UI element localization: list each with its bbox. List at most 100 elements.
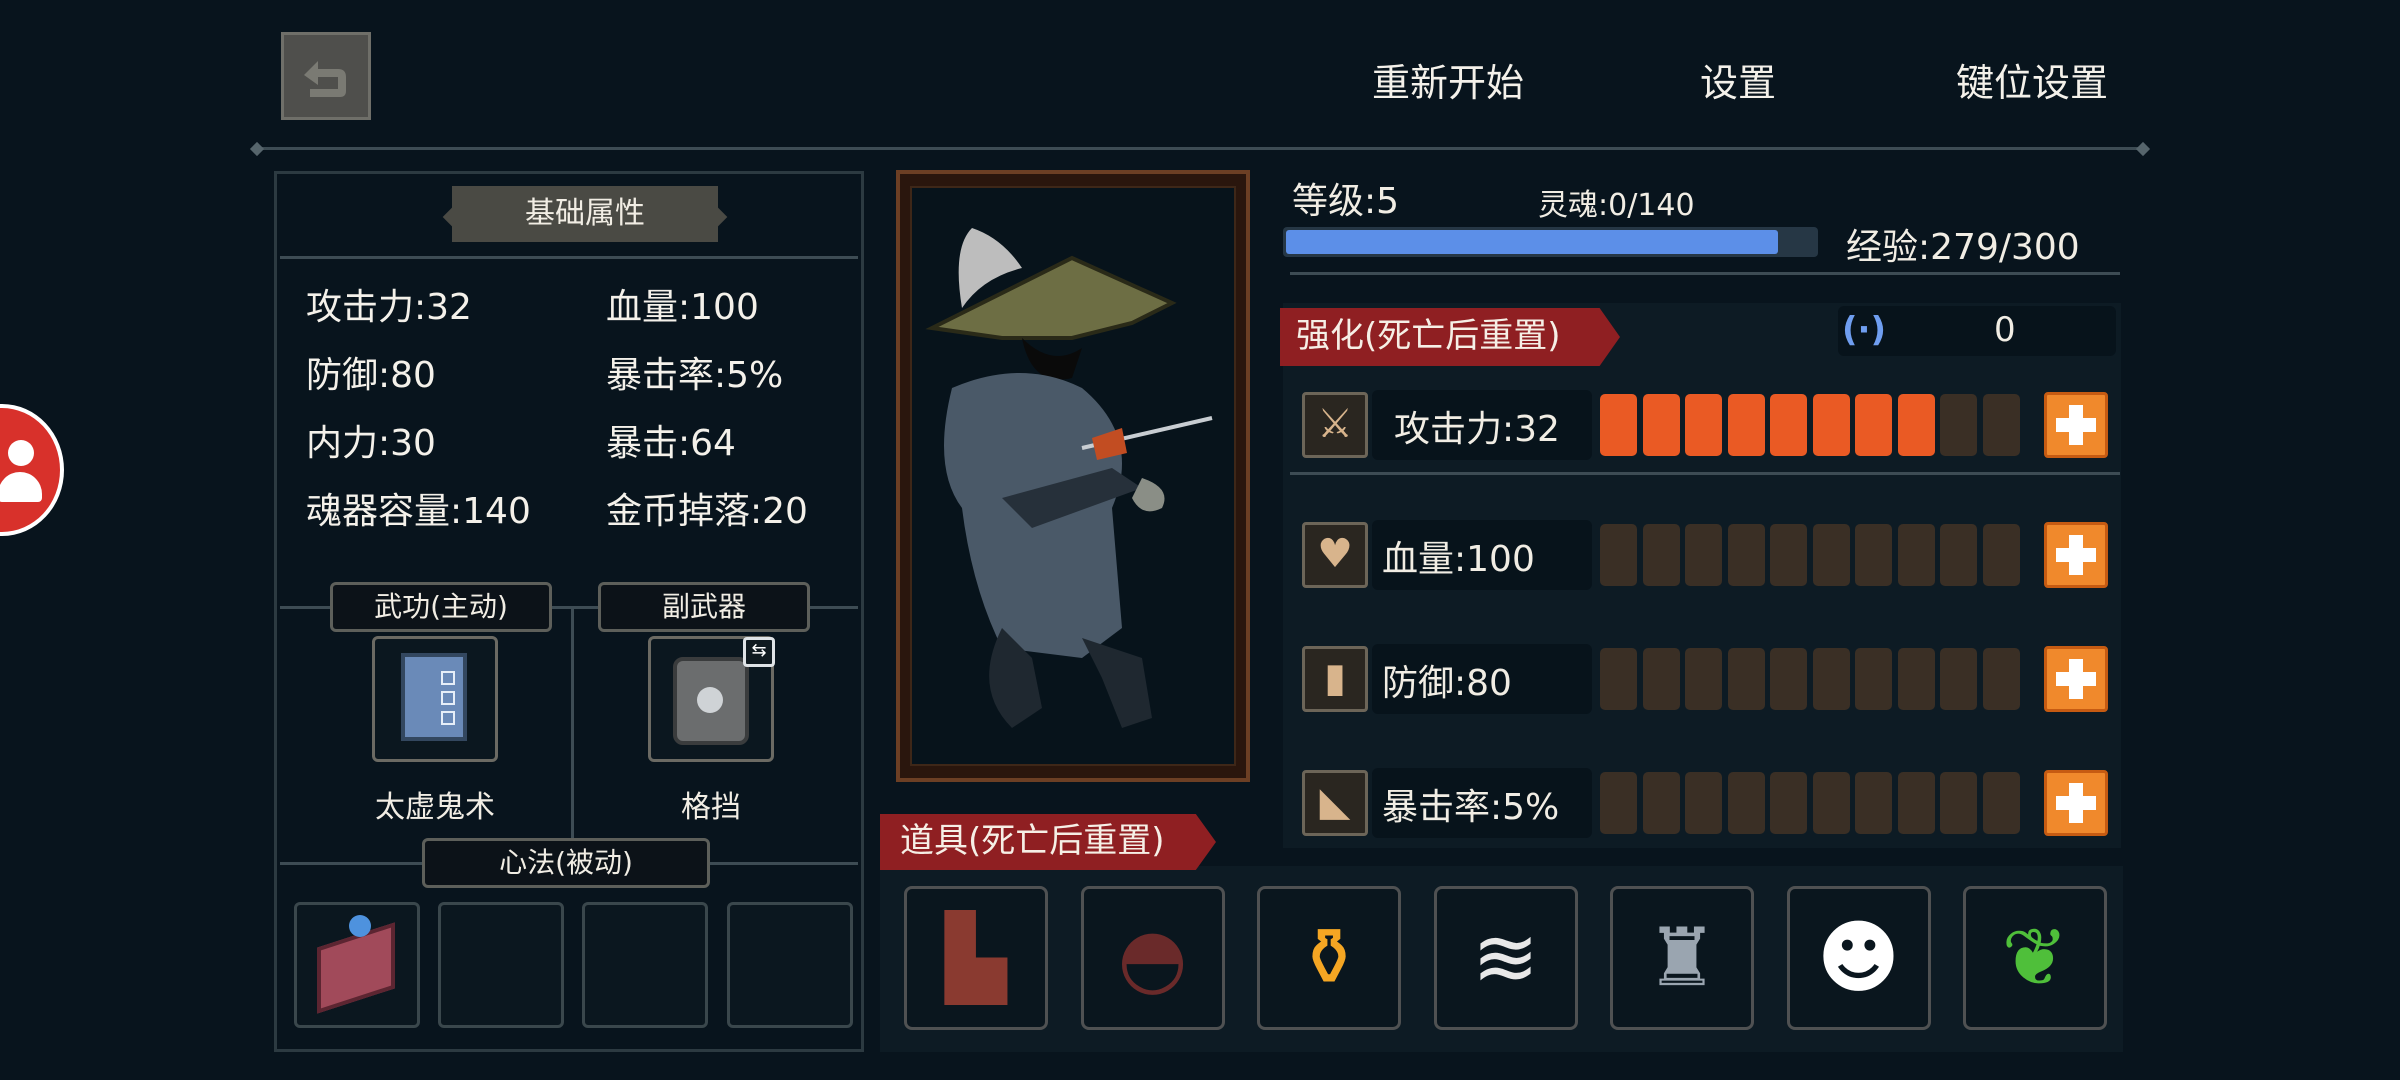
upgrade-segment — [1855, 772, 1892, 834]
item-slot[interactable]: ♜ — [1610, 886, 1754, 1030]
mind-method-slot-2[interactable] — [438, 902, 564, 1028]
upgrade-label: 防御:80 — [1382, 663, 1512, 704]
exp-bar-fill — [1286, 230, 1778, 254]
upgrade-segment — [1897, 648, 1935, 710]
mind-method-slot-3[interactable] — [582, 902, 708, 1028]
martial-skill-name: 太虚鬼术 — [375, 790, 495, 825]
martial-skill-slot[interactable] — [372, 636, 498, 762]
mind-method-slot-1[interactable] — [294, 902, 420, 1028]
item-slot[interactable]: ≋ — [1433, 886, 1578, 1030]
swordsman-figure — [925, 228, 1213, 728]
exp-label: 经验:279/300 — [1846, 227, 2080, 268]
stat-gold-drop: 金币掉落:20 — [606, 491, 808, 532]
upgrade-plus-button[interactable] — [2044, 646, 2108, 712]
soul-label: 灵魂:0/140 — [1538, 188, 1695, 223]
stat-defense: 防御:80 — [306, 355, 436, 396]
upgrade-segment — [1727, 648, 1765, 710]
mind-method-tag: 心法(被动) — [422, 838, 710, 888]
upgrade-label: 血量:100 — [1382, 539, 1535, 580]
upgrade-segment — [1940, 524, 1977, 586]
currency-value: 0 — [1994, 310, 2016, 350]
upgrade-segment — [1600, 394, 1637, 456]
upgrade-segment — [1600, 648, 1637, 710]
book-icon — [401, 653, 467, 741]
upgrade-segment — [1855, 648, 1892, 710]
secondary-weapon-name: 格挡 — [681, 790, 741, 825]
upgrade-segment — [1812, 772, 1850, 834]
upgrade-segment — [1600, 524, 1637, 586]
upgrade-segment — [1642, 772, 1680, 834]
upgrade-segment — [1940, 648, 1977, 710]
upgrade-segment — [1685, 524, 1722, 586]
item-slot[interactable]: ▙ — [904, 886, 1048, 1030]
upgrade-plus-button[interactable] — [2044, 770, 2108, 836]
upgrade-segment — [1727, 772, 1765, 834]
secondary-weapon-tag: 副武器 — [598, 582, 810, 632]
soul-currency-icon: (·) — [1842, 310, 1886, 350]
divider-ornament — [249, 141, 265, 157]
upgrade-segment — [1770, 524, 1807, 586]
top-divider — [256, 147, 2146, 150]
upgrade-segment — [1855, 524, 1892, 586]
shield-icon: ▮ — [1302, 646, 1368, 712]
upgrade-segment — [1770, 394, 1807, 456]
upgrade-segment — [1897, 394, 1935, 456]
item-slot[interactable]: ⚱ — [1257, 886, 1401, 1030]
upgrade-segment — [1727, 524, 1765, 586]
upgrade-segment — [1982, 772, 2020, 834]
upgrade-segment — [1897, 772, 1935, 834]
potion-icon: ⚱ — [1295, 911, 1363, 1004]
character-portrait — [910, 186, 1236, 766]
upgrade-segment — [1600, 772, 1637, 834]
item-slot[interactable]: ◓ — [1080, 886, 1225, 1030]
upgrade-segment — [1685, 394, 1722, 456]
stat-soul-capacity: 魂器容量:140 — [306, 491, 531, 532]
mind-method-slot-4[interactable] — [727, 902, 853, 1028]
back-arrow-icon — [304, 61, 346, 97]
block-shield-icon — [673, 657, 749, 745]
item-slot[interactable]: ☻ — [1786, 886, 1931, 1030]
divider-ornament — [2135, 141, 2151, 157]
swap-icon[interactable]: ⇆ — [743, 637, 775, 667]
upgrade-segment — [1812, 524, 1850, 586]
heart-icon: ♥ — [1302, 522, 1368, 588]
upgrade-segment — [1982, 394, 2020, 456]
upgrade-plus-button[interactable] — [2044, 392, 2108, 458]
level-label: 等级:5 — [1292, 181, 1400, 222]
secondary-weapon-slot[interactable]: ⇆ — [648, 636, 775, 762]
upgrade-segment — [1812, 394, 1850, 456]
upgrade-segment — [1770, 648, 1807, 710]
user-icon — [8, 440, 34, 466]
back-button[interactable] — [281, 32, 371, 120]
stat-attack: 攻击力:32 — [306, 287, 472, 328]
upgrade-segment — [1685, 648, 1722, 710]
stat-crit: 暴击:64 — [606, 423, 736, 464]
items-title: 道具(死亡后重置) — [880, 814, 1216, 870]
sword-icon: ⚔ — [1302, 392, 1368, 458]
upgrade-segment — [1727, 394, 1765, 456]
restart-button[interactable]: 重新开始 — [1372, 52, 1524, 107]
base-attributes-title: 基础属性 — [452, 186, 718, 242]
upgrade-segment — [1812, 648, 1850, 710]
demon-mask-icon: ☻ — [1816, 911, 1901, 1004]
upgrade-segment — [1982, 648, 2020, 710]
martial-skill-tag: 武功(主动) — [330, 582, 552, 632]
stat-hp: 血量:100 — [606, 287, 759, 328]
item-slot[interactable]: ❦ — [1963, 886, 2107, 1030]
upgrade-plus-button[interactable] — [2044, 522, 2108, 588]
stat-inner-power: 内力:30 — [306, 423, 436, 464]
fishbone-icon: ≋ — [1471, 911, 1540, 1004]
upgrade-segment — [1855, 394, 1892, 456]
upgrade-segment — [1897, 524, 1935, 586]
upgrade-segment — [1982, 524, 2020, 586]
upgrade-divider — [1290, 472, 2120, 475]
crit-icon: ◣ — [1302, 770, 1368, 836]
settings-button[interactable]: 设置 — [1700, 52, 1776, 107]
helmet-icon: ◓ — [1117, 911, 1188, 1004]
boots-icon: ▙ — [945, 911, 1007, 1004]
key-settings-button[interactable]: 键位设置 — [1956, 52, 2108, 107]
upgrade-title: 强化(死亡后重置) — [1280, 308, 1620, 366]
upgrade-label: 暴击率:5% — [1382, 787, 1560, 828]
avatar-button[interactable] — [0, 404, 64, 536]
upgrade-segment — [1642, 394, 1680, 456]
